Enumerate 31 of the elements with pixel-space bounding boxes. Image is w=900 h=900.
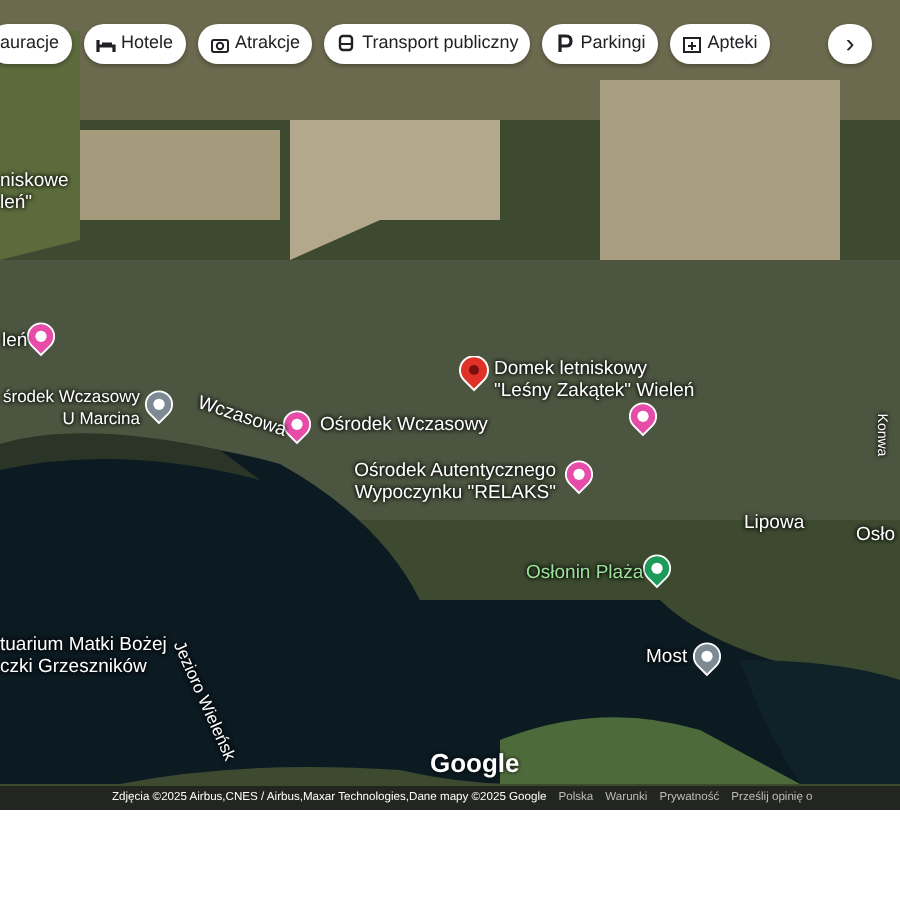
beach-pin-icon[interactable] [642,554,672,590]
area-label: niskowe leń" [0,170,69,214]
area-label: tuarium Matki Bożej czki Grzeszników [0,634,167,678]
hotel-pin-icon[interactable] [282,410,312,446]
category-chip[interactable]: Hotele [83,24,186,64]
hotel-pin-icon[interactable] [628,402,658,438]
place-label[interactable]: Domek letniskowy "Leśny Zakątek" Wieleń [494,358,695,402]
area-label: Osło [856,524,896,546]
category-chip[interactable]: Atrakcje [197,24,313,64]
place-label[interactable]: Osłonin Plaża [526,562,644,584]
place-label[interactable]: leń [2,330,28,352]
bus-icon [336,34,357,54]
category-chip[interactable]: Transport publiczny [324,24,531,64]
place-label[interactable]: Ośrodek Wczasowy [320,414,488,436]
category-chip[interactable]: Apteki [669,24,770,64]
place-label[interactable]: środek Wczasowy U Marcina [3,386,140,430]
map-logo: Google [430,746,520,782]
bed-icon [95,34,116,54]
place-label[interactable]: Most [646,646,688,668]
hotel-pin-icon[interactable] [564,460,594,496]
location-pin-icon[interactable] [458,356,490,392]
place-pin-icon[interactable] [144,390,174,426]
street-label: Lipowa [744,512,805,534]
place-label[interactable]: Ośrodek Autentycznego Wypoczynku "RELAKS" [354,460,556,504]
hotel-pin-icon[interactable] [26,322,56,358]
parking-icon [554,34,575,54]
camera-icon [209,34,230,54]
pharmacy-icon [681,34,702,54]
category-chip[interactable]: Parkingi [542,24,658,64]
category-chip[interactable]: auracje [0,24,72,64]
landmark-pin-icon[interactable] [692,642,722,678]
